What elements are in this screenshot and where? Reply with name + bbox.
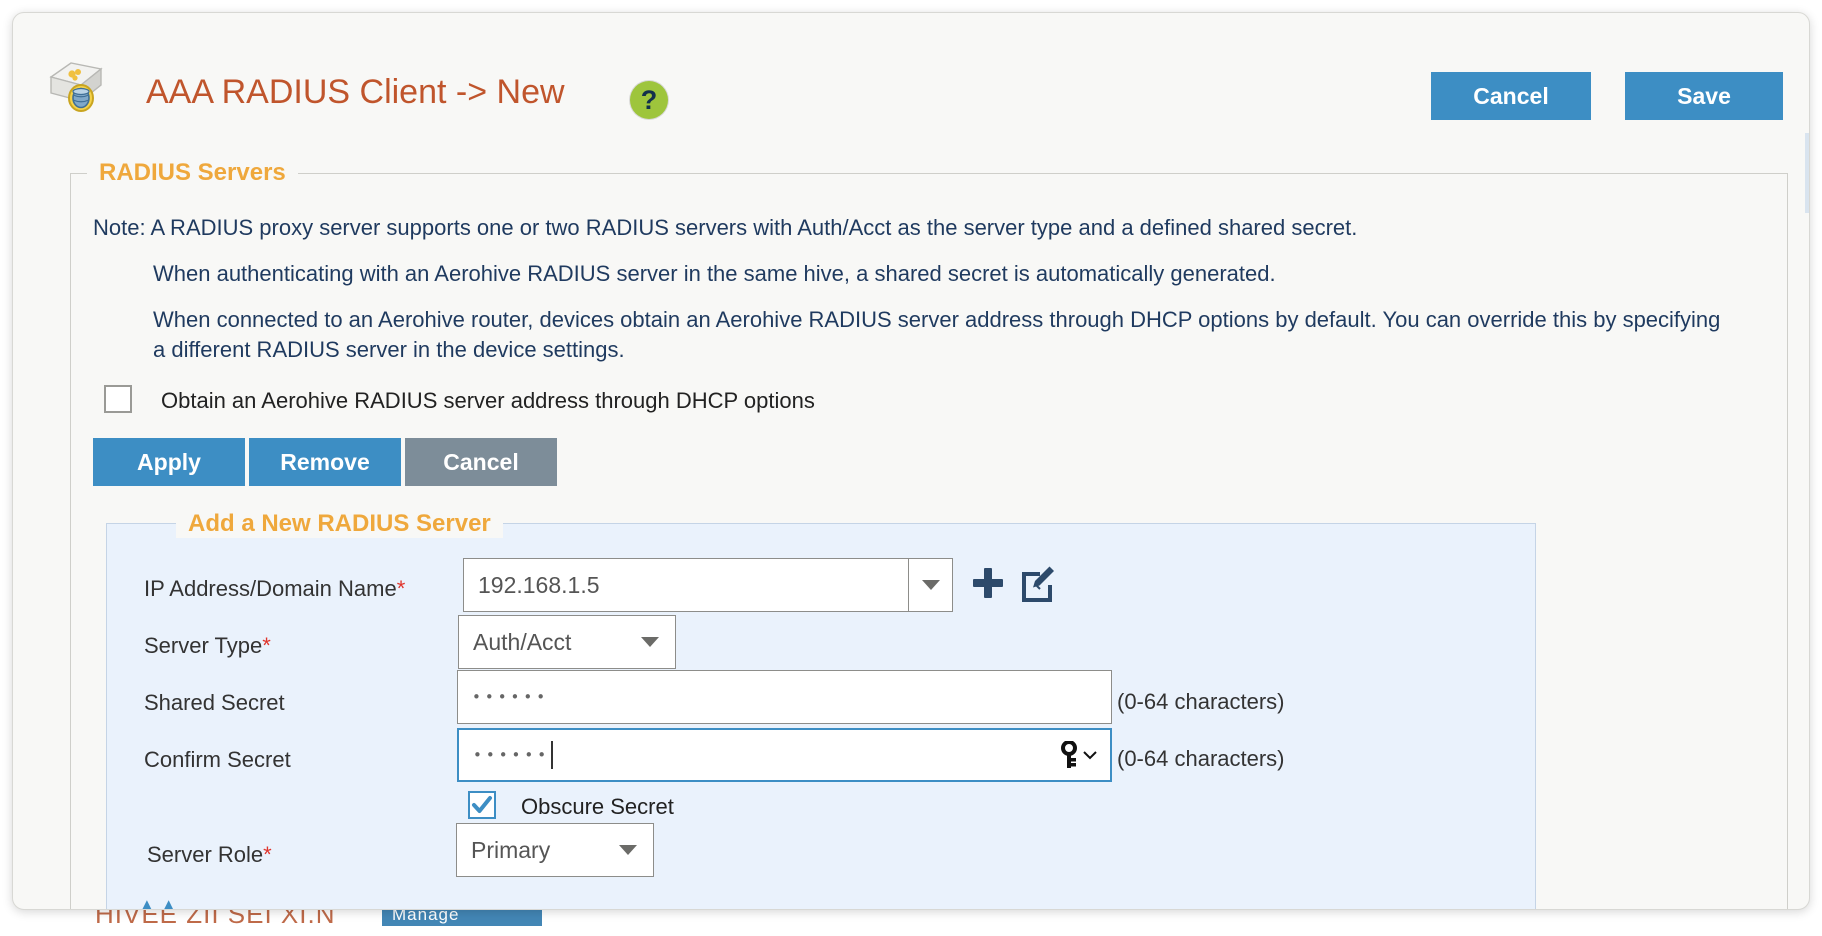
note-line-3: When connected to an Aerohive router, de… [153,307,1721,362]
required-marker: * [396,576,406,601]
server-type-label-text: Server Type [144,633,263,658]
shared-secret-hint: (0-64 characters) [1117,689,1285,714]
shared-secret-label: Shared Secret [144,690,285,715]
dialog-header: AAA RADIUS Client -> New ? Cancel Save [13,13,1809,125]
shared-secret-input[interactable]: •••••• [457,670,1112,724]
note-line-2: When authenticating with an Aerohive RAD… [153,261,1276,286]
radius-servers-legend: RADIUS Servers [87,159,298,187]
chevron-down-icon [619,845,637,855]
checkmark-icon [472,796,492,813]
cancel-section-button[interactable]: Cancel [405,438,557,486]
truncated-row-indicator: ▲▲ [137,895,181,909]
key-glyph [1061,741,1077,768]
server-type-select[interactable]: Auth/Acct [458,615,676,669]
ip-address-dropdown-toggle[interactable] [908,559,952,611]
confirm-secret-input[interactable]: •••••• [457,728,1112,782]
obscure-secret-checkbox[interactable] [468,791,496,819]
radius-client-icon [49,62,103,112]
ip-address-label: IP Address/Domain Name* [144,576,405,602]
chevron-down-icon [921,580,940,590]
server-type-value: Auth/Acct [473,628,572,655]
ip-address-input[interactable]: 192.168.1.5 [463,558,953,612]
confirm-secret-value: •••••• [473,746,551,764]
server-role-select[interactable]: Primary [456,823,654,877]
required-marker: * [262,633,271,658]
edit-icon[interactable] [1018,564,1056,602]
required-marker: * [263,842,272,867]
note-line-1: Note: A RADIUS proxy server supports one… [93,215,1358,240]
server-role-value: Primary [471,836,551,863]
add-server-legend: Add a New RADIUS Server [176,510,503,538]
chevron-down-icon [641,637,659,647]
ip-address-value: 192.168.1.5 [478,571,600,598]
remove-button[interactable]: Remove [249,438,401,486]
key-icon[interactable] [1059,741,1098,769]
save-button[interactable]: Save [1625,72,1783,120]
chevron-down-icon [1083,751,1097,760]
cancel-button[interactable]: Cancel [1431,72,1591,120]
dhcp-option-checkbox[interactable] [104,385,132,413]
obscure-secret-label: Obscure Secret [521,794,674,819]
page-edge-sliver [1805,133,1809,213]
server-type-label: Server Type* [144,633,271,659]
dhcp-option-label: Obtain an Aerohive RADIUS server address… [161,388,815,413]
page-title: AAA RADIUS Client -> New [146,73,565,111]
text-cursor [551,741,554,769]
apply-button[interactable]: Apply [93,438,245,486]
dialog-panel: AAA RADIUS Client -> New ? Cancel Save R… [12,12,1810,910]
help-icon[interactable]: ? [630,81,668,119]
confirm-secret-label: Confirm Secret [144,747,291,772]
confirm-secret-hint: (0-64 characters) [1117,746,1285,771]
ip-address-label-text: IP Address/Domain Name [144,576,397,601]
shared-secret-value: •••••• [472,688,550,706]
server-role-label: Server Role* [147,842,272,868]
server-role-label-text: Server Role [147,842,264,867]
plus-icon[interactable] [971,565,1005,601]
screen: HIVEE ZII SEI XI.N Manage AAA RADIUS Cli… [0,0,1822,936]
